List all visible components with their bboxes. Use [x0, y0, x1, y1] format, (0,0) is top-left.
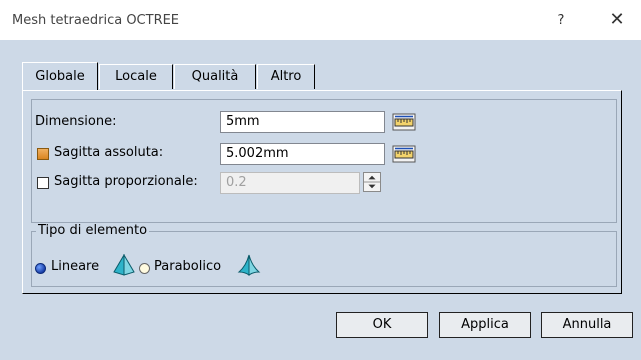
tab-qualita[interactable]: Qualità	[174, 64, 256, 89]
tab-altro[interactable]: Altro	[257, 64, 315, 89]
cancel-button[interactable]: Annulla	[541, 312, 633, 338]
title-bar: Mesh tetraedrica OCTREE ? ✕	[0, 0, 641, 40]
sagitta-proporzionale-input[interactable]: 0.2	[220, 172, 360, 194]
sagitta-assoluta-input[interactable]: 5.002mm	[220, 143, 385, 165]
ok-button[interactable]: OK	[336, 312, 428, 338]
tab-panel-globale: Dimensione: 5mm Sagitta assoluta: 5.002m…	[22, 90, 622, 294]
sagitta-proporzionale-checkbox[interactable]	[37, 177, 49, 189]
ruler-icon[interactable]	[392, 113, 416, 131]
tab-locale[interactable]: Locale	[99, 64, 173, 89]
element-type-group: Tipo di elemento Lineare Parabolico	[31, 223, 617, 287]
linear-radio[interactable]	[35, 263, 46, 274]
close-button[interactable]: ✕	[602, 8, 632, 32]
tab-globale[interactable]: Globale	[22, 62, 98, 91]
dimensione-input[interactable]: 5mm	[220, 111, 385, 133]
dimensione-label: Dimensione:	[35, 114, 117, 129]
size-group: Dimensione: 5mm Sagitta assoluta: 5.002m…	[31, 99, 617, 223]
linear-label: Lineare	[51, 259, 100, 274]
parabolic-tetrahedron-icon	[237, 254, 261, 276]
dialog-body: Globale Locale Qualità Altro Dimensione:…	[0, 40, 641, 360]
parabolic-label: Parabolico	[154, 259, 222, 274]
sagitta-proporzionale-label: Sagitta proporzionale:	[54, 174, 198, 189]
element-type-title: Tipo di elemento	[36, 223, 150, 238]
ruler-icon[interactable]	[392, 145, 416, 163]
help-button[interactable]: ?	[546, 10, 576, 32]
apply-button[interactable]: Applica	[439, 312, 531, 338]
sagitta-assoluta-label: Sagitta assoluta:	[54, 145, 164, 160]
spinner-arrows-icon[interactable]	[363, 172, 381, 192]
window-title: Mesh tetraedrica OCTREE	[12, 13, 180, 28]
linear-tetrahedron-icon	[113, 254, 135, 276]
sagitta-assoluta-checkbox[interactable]	[37, 148, 49, 160]
parabolic-radio[interactable]	[139, 263, 150, 274]
